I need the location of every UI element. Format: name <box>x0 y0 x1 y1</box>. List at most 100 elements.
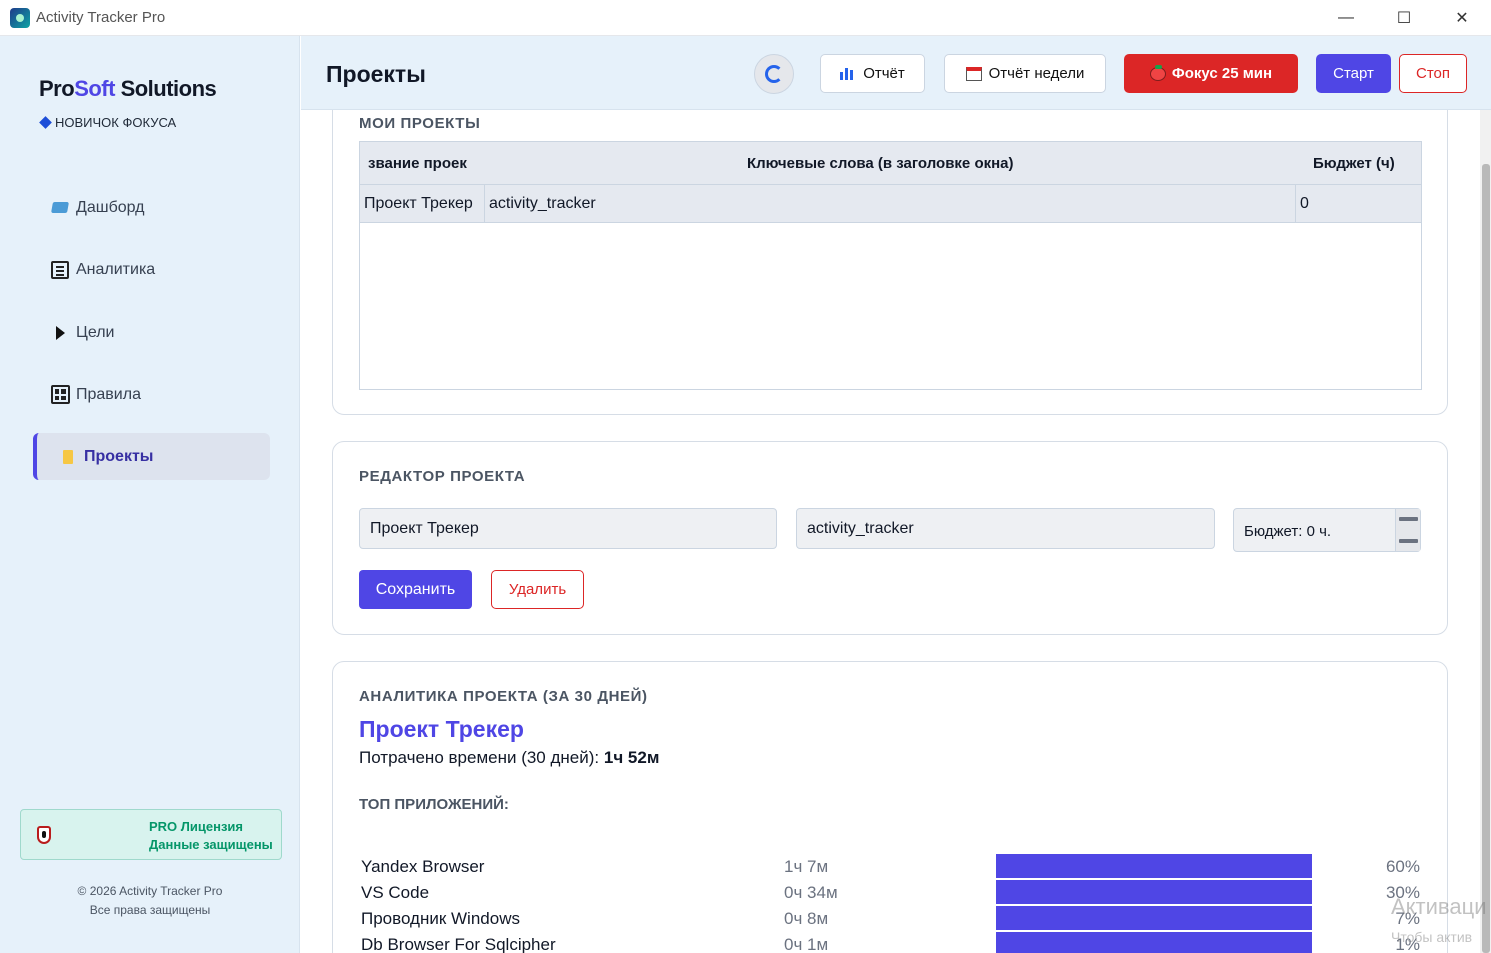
header: Проекты Отчёт Отчёт недели Фокус 25 мин … <box>301 36 1491 110</box>
usage-bar <box>996 880 1312 904</box>
time-spent: Потрачено времени (30 дней): 1ч 52м <box>359 748 659 768</box>
brand-rest: Solutions <box>114 76 217 101</box>
sidebar-item-label: Аналитика <box>76 260 156 278</box>
table-row[interactable]: Проект Трекер activity_tracker 0 <box>360 185 1421 223</box>
focus-label: Фокус 25 мин <box>1171 65 1273 82</box>
usage-bar-fill <box>996 880 1312 904</box>
bar-chart-icon <box>840 67 854 80</box>
minimize-button[interactable]: — <box>1317 0 1375 36</box>
usage-bar <box>996 906 1312 930</box>
analytics-project-name: Проект Трекер <box>359 716 524 742</box>
keywords-input[interactable]: activity_tracker <box>796 508 1215 549</box>
projects-card: МОИ ПРОЕКТЫ звание проек Ключевые слова … <box>332 110 1448 415</box>
calendar-icon <box>965 66 982 81</box>
folder-icon <box>57 446 79 468</box>
shield-icon <box>37 826 51 844</box>
laptop-icon <box>49 197 71 219</box>
start-button[interactable]: Старт <box>1316 54 1391 93</box>
grid-icon <box>49 384 71 406</box>
sidebar-item-label: Цели <box>76 323 115 341</box>
stop-button[interactable]: Стоп <box>1399 54 1467 93</box>
sidebar-item-label: Правила <box>76 385 141 403</box>
usage-bar <box>996 932 1312 953</box>
time-spent-value: 1ч 52м <box>603 748 660 767</box>
app-time: 0ч 8м <box>784 909 829 928</box>
focus-button[interactable]: Фокус 25 мин <box>1124 54 1298 93</box>
usage-bar-fill <box>996 854 1312 878</box>
title-bar: Activity Tracker Pro — ☐ ✕ <box>0 0 1491 36</box>
column-header-budget[interactable]: Бюджет (ч) <box>1313 155 1395 172</box>
sidebar: ProSoft Solutions НОВИЧОК ФОКУСА Дашборд… <box>0 36 300 953</box>
sidebar-item-label: Проекты <box>84 447 154 465</box>
list-item: Db Browser For Sqlcipher 0ч 1м 1% <box>361 932 1423 953</box>
cell-project-name: Проект Трекер <box>364 195 473 212</box>
refresh-icon <box>765 65 783 83</box>
app-time: 0ч 1м <box>784 935 829 953</box>
close-button[interactable]: ✕ <box>1433 0 1491 36</box>
list-item: Yandex Browser 1ч 7м 60% <box>361 854 1423 880</box>
project-name-input[interactable]: Проект Трекер <box>359 508 777 549</box>
app-time: 0ч 34м <box>784 883 838 902</box>
user-rank: НОВИЧОК ФОКУСА <box>39 115 177 130</box>
document-icon <box>49 259 71 281</box>
play-icon <box>49 322 71 344</box>
rights-text: Все права защищены <box>89 903 211 917</box>
analytics-section-title: АНАЛИТИКА ПРОЕКТА (ЗА 30 ДНЕЙ) <box>359 688 648 705</box>
app-name: VS Code <box>361 883 430 902</box>
maximize-button[interactable]: ☐ <box>1375 0 1433 36</box>
editor-section-title: РЕДАКТОР ПРОЕКТА <box>359 468 526 485</box>
usage-bar <box>996 854 1312 878</box>
window-title: Activity Tracker Pro <box>36 9 166 26</box>
brand-logo: ProSoft Solutions <box>39 76 217 102</box>
sidebar-item-label: Дашборд <box>76 198 145 216</box>
license-subtitle: Данные защищены <box>149 837 273 852</box>
app-time: 1ч 7м <box>784 857 829 876</box>
week-report-button[interactable]: Отчёт недели <box>944 54 1106 93</box>
report-button[interactable]: Отчёт <box>820 54 925 93</box>
brand-soft: Soft <box>74 76 115 101</box>
rank-label: НОВИЧОК ФОКУСА <box>55 115 177 130</box>
cell-keywords: activity_tracker <box>489 195 596 212</box>
vertical-scrollbar[interactable] <box>1480 110 1491 953</box>
refresh-button[interactable] <box>754 54 794 94</box>
sidebar-item-rules[interactable]: Правила <box>33 371 270 418</box>
sidebar-item-goals[interactable]: Цели <box>33 309 270 356</box>
report-label: Отчёт <box>863 65 905 82</box>
delete-button[interactable]: Удалить <box>491 570 584 609</box>
column-header-name[interactable]: звание проек <box>368 155 480 172</box>
column-header-keywords[interactable]: Ключевые слова (в заголовке окна) <box>747 155 1014 172</box>
app-percent: 60% <box>1385 857 1420 876</box>
time-spent-label: Потрачено времени (30 дней): <box>359 748 604 767</box>
sidebar-item-analytics[interactable]: Аналитика <box>33 246 270 293</box>
app-name: Yandex Browser <box>361 857 485 876</box>
spin-arrows[interactable] <box>1395 509 1420 551</box>
usage-bar-fill <box>996 906 1312 930</box>
window-controls: — ☐ ✕ <box>1317 0 1491 36</box>
projects-section-title: МОИ ПРОЕКТЫ <box>359 115 481 132</box>
list-item: VS Code 0ч 34м 30% <box>361 880 1423 906</box>
analytics-card: АНАЛИТИКА ПРОЕКТА (ЗА 30 ДНЕЙ) Проект Тр… <box>332 661 1448 953</box>
app-name: Проводник Windows <box>361 909 520 928</box>
activation-watermark: Активаци <box>1391 894 1487 919</box>
budget-value: Бюджет: 0 ч. <box>1244 523 1332 540</box>
page-title: Проекты <box>326 61 426 87</box>
sidebar-item-dashboard[interactable]: Дашборд <box>33 184 270 231</box>
app-name: Db Browser For Sqlcipher <box>361 935 556 953</box>
projects-table: звание проек Ключевые слова (в заголовке… <box>359 141 1422 390</box>
week-report-label: Отчёт недели <box>988 65 1085 82</box>
cell-budget: 0 <box>1300 195 1309 212</box>
save-button[interactable]: Сохранить <box>359 570 472 609</box>
app-logo-icon <box>10 7 30 28</box>
license-badge: PRO Лицензия Данные защищены <box>20 809 282 860</box>
list-item: Проводник Windows 0ч 8м 7% <box>361 906 1423 932</box>
tomato-icon <box>1149 64 1166 81</box>
table-header: звание проек Ключевые слова (в заголовке… <box>360 142 1421 185</box>
sidebar-item-projects[interactable]: Проекты <box>33 433 270 480</box>
copyright: © 2026 Activity Tracker Pro <box>77 884 223 898</box>
main-content: МОИ ПРОЕКТЫ звание проек Ключевые слова … <box>301 110 1480 953</box>
editor-card: РЕДАКТОР ПРОЕКТА Проект Трекер activity_… <box>332 441 1448 635</box>
diamond-icon <box>39 116 52 129</box>
budget-spinbox[interactable]: Бюджет: 0 ч. <box>1233 508 1421 552</box>
scrollbar-thumb[interactable] <box>1482 164 1490 953</box>
brand-pro: Pro <box>39 76 75 101</box>
